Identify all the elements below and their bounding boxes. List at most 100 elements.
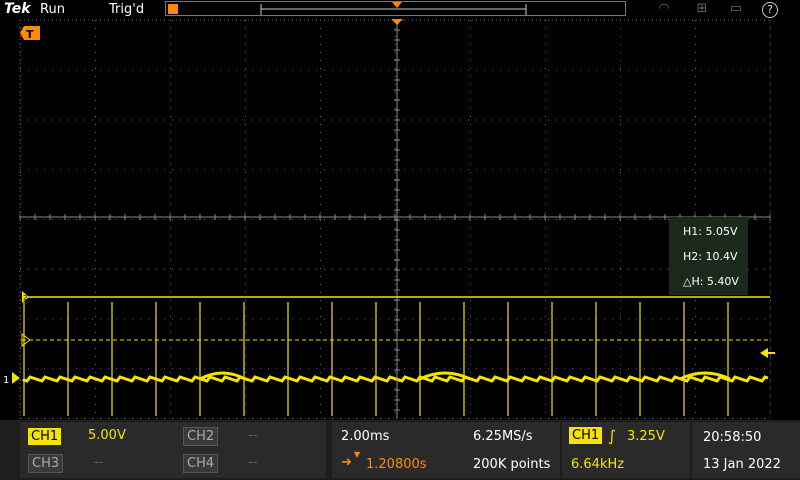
grid-dot [196, 318, 197, 320]
grid-dot [276, 418, 277, 419]
grid-dot [204, 318, 205, 320]
grid-dot [268, 318, 269, 320]
grid-dot [92, 219, 93, 220]
grid-dot [100, 318, 101, 320]
grid-dot [95, 228, 96, 229]
grid-dot [695, 116, 696, 117]
grid-dot [764, 418, 765, 419]
grid-dot [95, 164, 96, 165]
grid-dot [684, 69, 685, 71]
grid-dot [556, 119, 557, 121]
grid-dot [92, 69, 93, 71]
grid-dot [444, 169, 445, 171]
grid-dot [340, 119, 341, 121]
grid-dot [436, 119, 437, 121]
ch1-ground-marker[interactable] [12, 372, 20, 384]
grid-dot [92, 119, 93, 121]
grid-dot [748, 69, 749, 71]
grid-dot [52, 119, 53, 121]
trigger-level-marker[interactable] [760, 348, 768, 358]
grid-dot [316, 219, 317, 220]
grid-dot [284, 318, 285, 320]
grid-dot [284, 69, 285, 71]
grid-dot [652, 119, 653, 121]
grid-dot [628, 368, 629, 370]
grid-dot [588, 368, 589, 370]
grid-dot [395, 52, 396, 53]
ch3-button[interactable]: CH3 [28, 454, 64, 473]
grid-dot [140, 69, 141, 71]
grid-dot [260, 119, 261, 121]
grid-dot [170, 204, 171, 205]
grid-dot [395, 364, 396, 365]
grid-dot [44, 69, 45, 71]
grid-dot [172, 268, 173, 270]
grid-dot [170, 52, 171, 53]
grid-dot [668, 169, 669, 171]
grid-dot [188, 418, 189, 419]
horizontal-position[interactable]: 1.20800s [366, 457, 427, 472]
grid-dot [695, 84, 696, 85]
grid-dot [732, 418, 733, 419]
grid-dot [252, 119, 253, 121]
grid-dot [348, 418, 349, 419]
grid-dot [516, 119, 517, 121]
grid-dot [95, 180, 96, 181]
trigger-position-marker[interactable] [391, 19, 403, 25]
waveform-display[interactable]: T 2 1 [0, 0, 800, 420]
grid-dot [470, 228, 471, 229]
grid-dot [545, 332, 546, 333]
grid-dot [95, 124, 96, 125]
grid-dot [532, 368, 533, 370]
grid-dot [620, 268, 621, 270]
grid-dot [320, 196, 321, 197]
grid-dot [276, 169, 277, 171]
grid-dot [588, 268, 589, 270]
grid-dot [545, 276, 546, 277]
grid-dot [660, 418, 661, 419]
grid-dot [228, 368, 229, 370]
grid-dot [260, 318, 261, 320]
grid-dot [76, 219, 77, 220]
grid-dot [484, 368, 485, 370]
grid-dot [476, 318, 477, 320]
ch4-button[interactable]: CH4 [183, 454, 219, 473]
grid-dot [468, 318, 469, 320]
grid-dot [644, 119, 645, 121]
grid-dot [636, 169, 637, 171]
ch1-scale[interactable]: 5.00V [88, 428, 126, 443]
grid-dot [245, 316, 246, 317]
grid-dot [170, 180, 171, 181]
grid-dot [204, 69, 205, 71]
grid-dot [620, 188, 621, 189]
grid-dot [470, 292, 471, 293]
grid-dot [756, 69, 757, 71]
grid-dot [356, 169, 357, 171]
grid-dot [468, 219, 469, 220]
grid-dot [245, 156, 246, 157]
grid-dot [695, 188, 696, 189]
time-per-division[interactable]: 2.00ms [341, 429, 389, 444]
grid-dot [545, 60, 546, 61]
grid-dot [636, 268, 637, 270]
grid-dot [695, 404, 696, 405]
grid-dot [468, 268, 469, 270]
grid-dot [188, 169, 189, 171]
grid-dot [470, 140, 471, 141]
grid-dot [180, 219, 181, 220]
grid-dot [20, 332, 21, 333]
grid-dot [395, 148, 396, 149]
grid-dot [52, 169, 53, 171]
grid-dot [460, 69, 461, 71]
grid-dot [668, 318, 669, 320]
ch2-button[interactable]: CH2 [183, 427, 219, 446]
grid-dot [20, 348, 21, 349]
grid-dot [348, 268, 349, 270]
grid-dot [395, 412, 396, 413]
grid-dot [770, 212, 771, 213]
grid-dot [652, 219, 653, 220]
grid-dot [470, 44, 471, 45]
trigger-level[interactable]: 3.25V [627, 429, 665, 444]
trigger-source[interactable]: CH1 [569, 427, 603, 444]
ch1-button[interactable]: CH1 [28, 428, 62, 445]
